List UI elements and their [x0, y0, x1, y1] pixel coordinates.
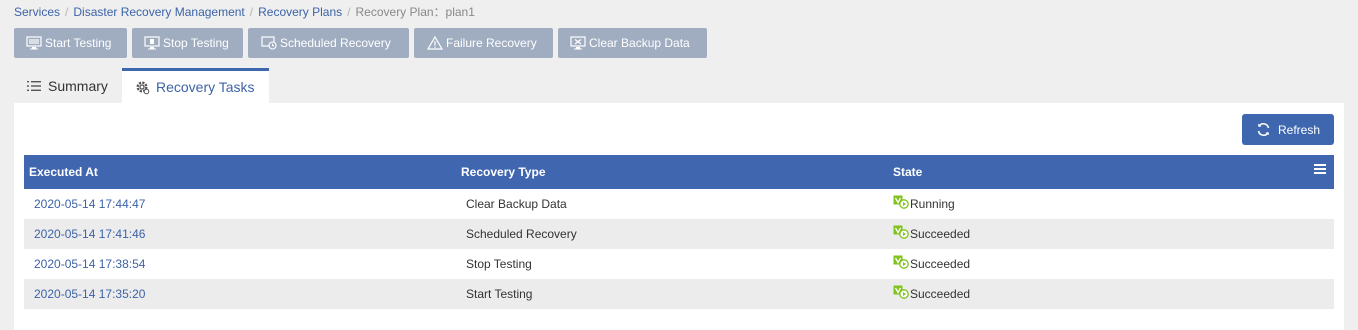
breadcrumb-separator: / — [347, 5, 351, 19]
status-ok-icon — [893, 225, 909, 239]
breadcrumb-services[interactable]: Services — [14, 5, 60, 19]
state-cell: Running — [893, 189, 955, 219]
breadcrumb-recovery-plans[interactable]: Recovery Plans — [258, 5, 342, 19]
state-cell: Succeeded — [893, 219, 970, 249]
gear-icon — [134, 79, 150, 95]
monitor-stop-icon — [144, 36, 160, 50]
tab-summary-label: Summary — [48, 77, 108, 94]
recovery-type-cell: Start Testing — [466, 287, 533, 301]
column-header-state[interactable]: State — [893, 155, 922, 189]
tab-recovery-tasks[interactable]: Recovery Tasks — [122, 68, 269, 103]
state-label: Running — [910, 197, 955, 211]
stop-testing-button[interactable]: Stop Testing — [132, 28, 243, 58]
executed-at-link[interactable]: 2020-05-14 17:35:20 — [34, 279, 145, 309]
status-ok-icon — [893, 255, 909, 269]
clear-backup-data-label: Clear Backup Data — [589, 36, 690, 50]
warning-icon — [427, 36, 443, 50]
status-ok-icon — [893, 195, 909, 209]
table-row: 2020-05-14 17:38:54 Stop Testing Succeed… — [24, 249, 1334, 279]
failure-recovery-label: Failure Recovery — [446, 36, 537, 50]
start-testing-label: Start Testing — [45, 36, 112, 50]
table-row: 2020-05-14 17:35:20 Start Testing Succee… — [24, 279, 1334, 309]
table-row: 2020-05-14 17:41:46 Scheduled Recovery S… — [24, 219, 1334, 249]
failure-recovery-button[interactable]: Failure Recovery — [414, 28, 553, 58]
scheduled-recovery-button[interactable]: Scheduled Recovery — [248, 28, 409, 58]
clear-backup-data-button[interactable]: Clear Backup Data — [558, 28, 707, 58]
column-header-executed-at[interactable]: Executed At — [29, 155, 98, 189]
breadcrumb-separator: / — [249, 5, 254, 19]
state-label: Succeeded — [910, 287, 971, 301]
state-label: Succeeded — [910, 227, 971, 241]
state-cell: Succeeded — [893, 279, 970, 309]
breadcrumb-disaster-recovery-management[interactable]: Disaster Recovery Management — [73, 5, 244, 19]
refresh-icon — [1256, 122, 1271, 137]
executed-at-link[interactable]: 2020-05-14 17:38:54 — [34, 249, 145, 279]
start-testing-button[interactable]: Start Testing — [14, 28, 127, 58]
recovery-type-cell: Clear Backup Data — [466, 197, 567, 211]
tab-summary[interactable]: Summary — [14, 68, 122, 103]
clear-data-icon — [570, 36, 586, 50]
tab-bar: Summary Recovery Tasks — [14, 68, 269, 103]
breadcrumb-separator: / — [65, 5, 69, 19]
scheduled-recovery-icon — [261, 36, 277, 50]
recovery-tasks-panel: Refresh Executed At Recovery Type State … — [14, 103, 1344, 330]
recovery-type-cell: Scheduled Recovery — [466, 227, 577, 241]
column-header-recovery-type[interactable]: Recovery Type — [461, 155, 546, 189]
refresh-button[interactable]: Refresh — [1242, 114, 1334, 145]
stop-testing-label: Stop Testing — [163, 36, 229, 50]
state-label: Succeeded — [910, 257, 971, 271]
tab-recovery-tasks-label: Recovery Tasks — [156, 79, 255, 95]
breadcrumb-current-plan: Recovery Plan：plan1 — [355, 5, 475, 19]
scheduled-recovery-label: Scheduled Recovery — [280, 36, 391, 50]
recovery-type-cell: Stop Testing — [466, 257, 532, 271]
breadcrumb: Services / Disaster Recovery Management / Re… — [14, 5, 475, 19]
column-menu-icon[interactable] — [1314, 164, 1326, 176]
monitor-test-icon — [26, 36, 42, 50]
executed-at-link[interactable]: 2020-05-14 17:44:47 — [34, 189, 145, 219]
status-ok-icon — [893, 285, 909, 299]
table-header: Executed At Recovery Type State — [24, 155, 1334, 189]
state-cell: Succeeded — [893, 249, 970, 279]
recovery-tasks-table: Executed At Recovery Type State 2020-05-… — [24, 155, 1334, 309]
action-toolbar: Start Testing Stop Testing Scheduled Rec… — [14, 28, 707, 58]
refresh-label: Refresh — [1277, 122, 1321, 137]
table-row: 2020-05-14 17:44:47 Clear Backup Data Ru… — [24, 189, 1334, 219]
executed-at-link[interactable]: 2020-05-14 17:41:46 — [34, 219, 145, 249]
list-icon — [26, 78, 42, 94]
